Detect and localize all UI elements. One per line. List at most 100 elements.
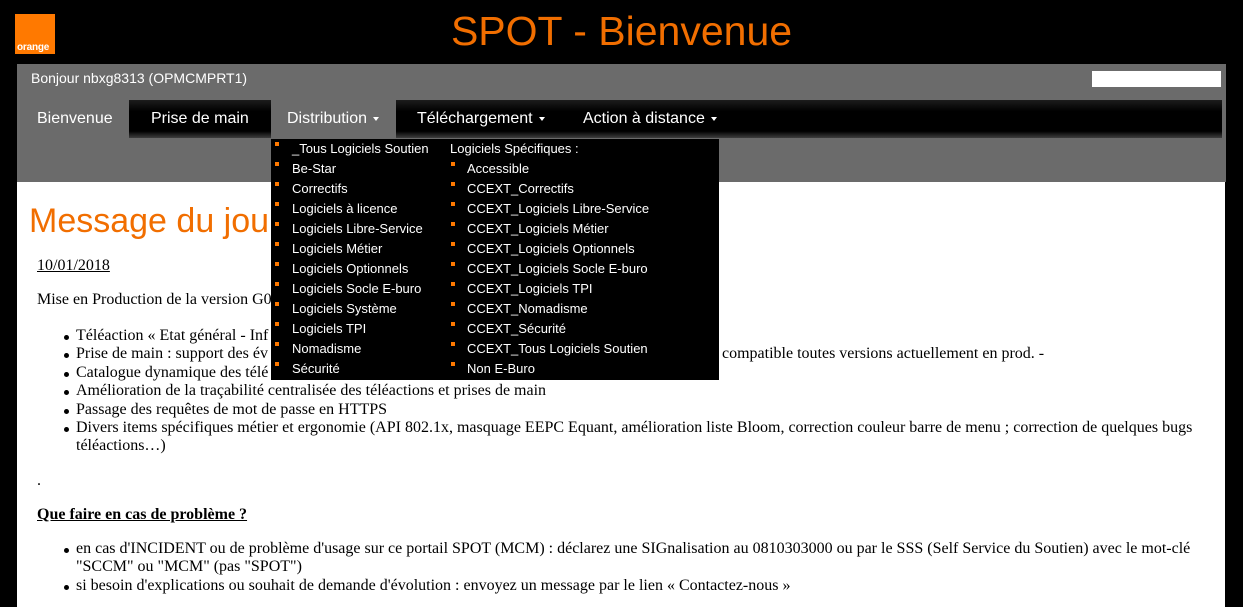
menu-item-accessible[interactable]: Accessible: [447, 159, 719, 179]
menu-item-label: CCEXT_Logiciels Libre-Service: [467, 201, 650, 216]
nav-item-label: Action à distance: [583, 110, 705, 127]
list-item-text: Prise de main : support des év: [76, 345, 268, 363]
square-bullet-icon: [451, 162, 455, 166]
distribution-dropdown: _Tous Logiciels Soutien Be-Star Correcti…: [271, 139, 719, 380]
square-bullet-icon: [275, 302, 279, 306]
problem-instructions-list: en cas d'INCIDENT ou de problème d'usage…: [37, 540, 1210, 595]
menu-item-logiciels-tpi[interactable]: Logiciels TPI: [271, 319, 447, 339]
square-bullet-icon: [275, 322, 279, 326]
list-item: Divers items spécifiques métier et ergon…: [37, 419, 1210, 456]
square-bullet-icon: [275, 242, 279, 246]
menu-item-logiciels-optionnels[interactable]: Logiciels Optionnels: [271, 259, 447, 279]
menu-item-label: Logiciels Optionnels: [292, 261, 409, 276]
nav-item-action-a-distance[interactable]: Action à distance: [565, 100, 737, 138]
square-bullet-icon: [451, 222, 455, 226]
list-item: Amélioration de la traçabilité centralis…: [37, 382, 1210, 400]
menu-item-tous-logiciels-soutien[interactable]: _Tous Logiciels Soutien: [271, 139, 447, 159]
menu-item-ccext-correctifs[interactable]: CCEXT_Correctifs: [447, 179, 719, 199]
menu-item-label: Logiciels Socle E-buro: [292, 281, 422, 296]
list-item-text: Catalogue dynamique des télé: [76, 363, 269, 381]
nav-item-label: Bienvenue: [37, 110, 113, 127]
list-item-text: Amélioration de la traçabilité centralis…: [76, 382, 547, 400]
square-bullet-icon: [451, 282, 455, 286]
menu-item-label: CCEXT_Logiciels TPI: [467, 281, 593, 296]
menu-item-label: CCEXT_Logiciels Métier: [467, 221, 609, 236]
menu-item-logiciels-socle-e-buro[interactable]: Logiciels Socle E-buro: [271, 279, 447, 299]
menu-item-label: Logiciels Système: [292, 301, 397, 316]
menu-item-logiciels-libre-service[interactable]: Logiciels Libre-Service: [271, 219, 447, 239]
menu-item-logiciels-metier[interactable]: Logiciels Métier: [271, 239, 447, 259]
square-bullet-icon: [451, 302, 455, 306]
square-bullet-icon: [275, 262, 279, 266]
menu-item-ccext-logiciels-metier[interactable]: CCEXT_Logiciels Métier: [447, 219, 719, 239]
menu-item-ccext-securite[interactable]: CCEXT_Sécurité: [447, 319, 719, 339]
menu-item-label: Accessible: [467, 161, 530, 176]
square-bullet-icon: [275, 142, 279, 146]
menu-item-label: CCEXT_Correctifs: [467, 181, 574, 196]
menu-item-label: CCEXT_Logiciels Optionnels: [467, 241, 635, 256]
square-bullet-icon: [275, 202, 279, 206]
menu-item-label: CCEXT_Sécurité: [467, 321, 566, 336]
nav-item-label: Prise de main: [151, 110, 249, 127]
nav-item-bienvenue[interactable]: Bienvenue: [17, 100, 129, 138]
user-greeting: Bonjour nbxg8313 (OPMCMPRT1): [31, 70, 248, 86]
square-bullet-icon: [275, 182, 279, 186]
menu-item-securite[interactable]: Sécurité: [271, 359, 447, 379]
menu-item-ccext-nomadisme[interactable]: CCEXT_Nomadisme: [447, 299, 719, 319]
main-nav: Bienvenue Prise de main Distribution _To…: [17, 100, 1222, 380]
specific-software-header: Logiciels Spécifiques :: [450, 141, 579, 156]
list-item-text: Téléaction « Etat général - Inf: [76, 327, 269, 344]
menu-item-ccext-logiciels-tpi[interactable]: CCEXT_Logiciels TPI: [447, 279, 719, 299]
square-bullet-icon: [451, 342, 455, 346]
chevron-down-icon: [373, 116, 380, 121]
general-software-list: _Tous Logiciels Soutien Be-Star Correcti…: [271, 139, 447, 379]
square-bullet-icon: [451, 362, 455, 366]
nav-item-distribution[interactable]: Distribution _Tous Logiciels Soutien Be-…: [271, 100, 719, 380]
nav-item-label: Distribution: [287, 110, 368, 127]
search-input[interactable]: [1092, 71, 1221, 87]
menu-item-ccext-tous-logiciels-soutien[interactable]: CCEXT_Tous Logiciels Soutien: [447, 339, 719, 359]
list-item: en cas d'INCIDENT ou de problème d'usage…: [37, 540, 1210, 577]
list-item-text: en cas d'INCIDENT ou de problème d'usage…: [76, 540, 1191, 576]
menu-item-logiciels-a-licence[interactable]: Logiciels à licence: [271, 199, 447, 219]
list-item-text: Divers items spécifiques métier et ergon…: [76, 419, 1193, 455]
menu-item-label: Correctifs: [292, 181, 348, 196]
menu-item-label: Sécurité: [292, 361, 340, 376]
menu-item-nomadisme[interactable]: Nomadisme: [271, 339, 447, 359]
menu-item-label: Nomadisme: [292, 341, 362, 356]
menu-item-ccext-logiciels-socle-e-buro[interactable]: CCEXT_Logiciels Socle E-buro: [447, 259, 719, 279]
site-header: orange SPOT - Bienvenue: [0, 0, 1243, 64]
square-bullet-icon: [275, 282, 279, 286]
message-date: 10/01/2018: [37, 257, 110, 274]
square-bullet-icon: [451, 242, 455, 246]
nav-item-prise-de-main[interactable]: Prise de main: [129, 100, 271, 138]
square-bullet-icon: [451, 262, 455, 266]
menu-item-logiciels-systeme[interactable]: Logiciels Système: [271, 299, 447, 319]
menu-item-label: Logiciels Métier: [292, 241, 383, 256]
square-bullet-icon: [451, 182, 455, 186]
list-item-text: Passage des requêtes de mot de passe en …: [76, 400, 388, 418]
nav-item-telechargement[interactable]: Téléchargement: [396, 100, 565, 138]
list-item-text-continued: compatible toutes versions actuellement …: [722, 345, 1045, 363]
menu-item-label: Logiciels à licence: [292, 201, 398, 216]
menu-item-correctifs[interactable]: Correctifs: [271, 179, 447, 199]
specific-software-list: Logiciels Spécifiques : Accessible CCEXT…: [447, 139, 719, 379]
square-bullet-icon: [451, 322, 455, 326]
square-bullet-icon: [275, 362, 279, 366]
menu-item-label: CCEXT_Logiciels Socle E-buro: [467, 261, 648, 276]
menu-item-non-e-buro[interactable]: Non E-Buro: [447, 359, 719, 379]
menu-item-label: Logiciels TPI: [292, 321, 367, 336]
menu-item-ccext-logiciels-libre-service[interactable]: CCEXT_Logiciels Libre-Service: [447, 199, 719, 219]
list-item: Passage des requêtes de mot de passe en …: [37, 401, 1210, 419]
menu-item-ccext-logiciels-optionnels[interactable]: CCEXT_Logiciels Optionnels: [447, 239, 719, 259]
menu-item-label: CCEXT_Tous Logiciels Soutien: [467, 341, 648, 356]
nav-item-label: Téléchargement: [417, 110, 533, 127]
square-bullet-icon: [275, 222, 279, 226]
message-title: Message du jou: [29, 202, 270, 240]
square-bullet-icon: [275, 162, 279, 166]
problem-heading: Que faire en cas de problème ?: [37, 506, 248, 523]
message-intro: Mise en Production de la version G0: [37, 291, 272, 308]
separator-dot: .: [37, 472, 41, 489]
menu-item-be-star[interactable]: Be-Star: [271, 159, 447, 179]
chevron-down-icon: [710, 116, 717, 121]
